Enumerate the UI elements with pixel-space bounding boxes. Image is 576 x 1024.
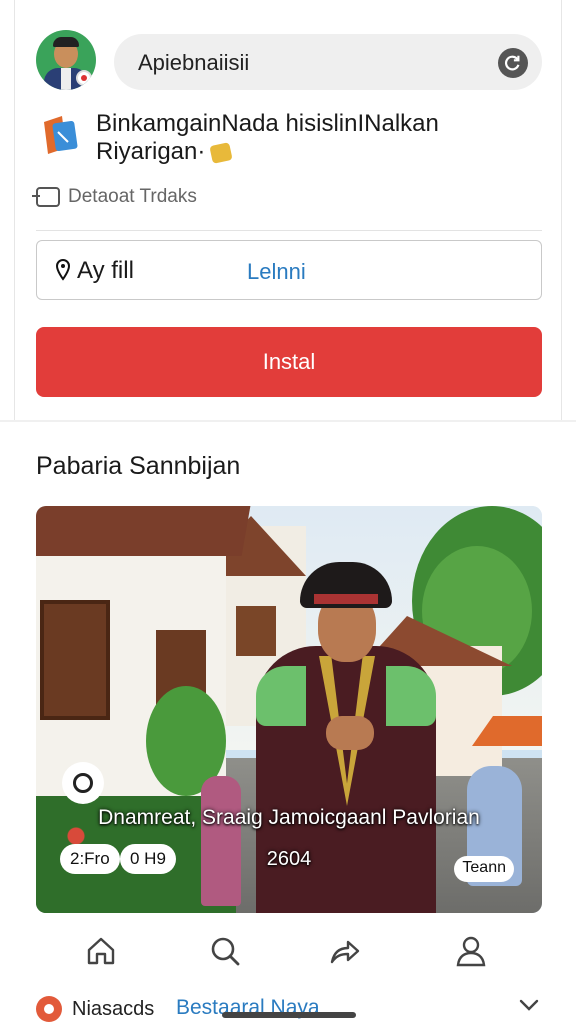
photo-man-hat-band <box>314 594 378 604</box>
chevron-down-icon[interactable] <box>518 996 540 1014</box>
camera-icon[interactable] <box>62 762 104 804</box>
details-icon <box>32 187 60 207</box>
photo-window <box>236 606 276 656</box>
details-row[interactable]: Detaoat Trdaks <box>32 186 197 208</box>
app-title: BinkamgainNada hisislinINalkan Riyarigan… <box>96 110 536 166</box>
section-divider <box>0 420 576 422</box>
location-label: Ay fill <box>77 257 134 284</box>
search-input[interactable]: Apiebnaiisii <box>138 50 249 76</box>
home-icon[interactable] <box>82 932 120 970</box>
location-link[interactable]: Lelnni <box>247 259 306 285</box>
search-icon[interactable] <box>206 932 244 970</box>
photo-window <box>40 600 110 720</box>
bottom-label: Niasacds <box>72 998 155 1020</box>
search-bar[interactable]: Apiebnaiisii <box>114 34 542 90</box>
section-title: Pabaria Sannbijan <box>36 452 241 480</box>
bottom-bar: Niasacds Bestaaral Naya <box>0 990 576 1024</box>
photo-person <box>201 776 241 906</box>
divider <box>36 230 542 231</box>
app-icon <box>44 116 78 154</box>
photo-chip-info[interactable]: 0 H9 <box>120 844 176 874</box>
refresh-icon[interactable] <box>498 48 528 78</box>
photo-caption: Dnamreat, Sraaig Jamoicgaanl Pavlorian <box>98 806 480 829</box>
avatar-hair <box>53 37 79 47</box>
install-button[interactable]: Instal <box>36 327 542 397</box>
photo-chip-time[interactable]: 2:Fro <box>60 844 120 874</box>
app-title-text: BinkamgainNada hisislinINalkan Riyarigan… <box>96 110 439 165</box>
details-label: Detaoat Trdaks <box>68 186 197 207</box>
notification-icon[interactable] <box>36 996 62 1022</box>
avatar[interactable] <box>36 30 96 90</box>
profile-icon[interactable] <box>452 932 490 970</box>
bottom-nav <box>0 926 576 976</box>
photo-man-hands <box>326 716 374 750</box>
photo-roof <box>36 506 251 556</box>
avatar-badge-icon <box>76 70 92 86</box>
photo-chip-tag[interactable]: Teann <box>454 856 514 882</box>
location-field[interactable]: Ay fill Lelnni <box>36 240 542 300</box>
avatar-shirt <box>61 68 71 90</box>
photo-man-sleeve <box>256 666 306 726</box>
home-indicator <box>222 1012 356 1018</box>
featured-photo[interactable]: Dnamreat, Sraaig Jamoicgaanl Pavlorian 2… <box>36 506 542 913</box>
location-pin-icon <box>55 259 71 281</box>
share-icon[interactable] <box>326 932 364 970</box>
hand-emoji-icon <box>209 141 234 164</box>
